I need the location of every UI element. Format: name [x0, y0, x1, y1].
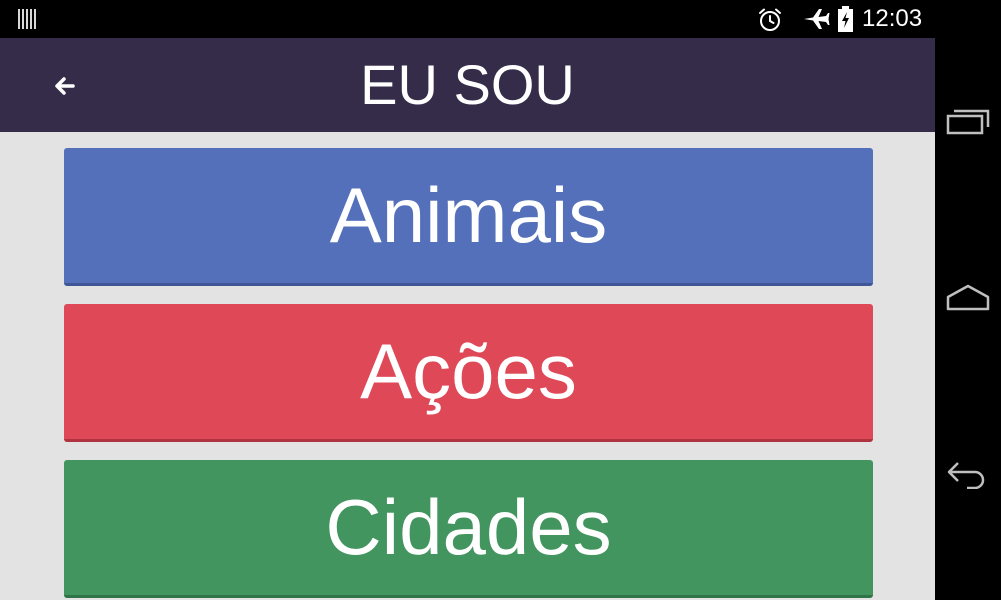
category-button-label: Animais — [329, 171, 608, 259]
back-icon — [947, 462, 985, 489]
page-title: EU SOU — [360, 53, 575, 116]
category-button-label: Ações — [360, 327, 577, 415]
back-button[interactable] — [44, 66, 84, 106]
system-back-button[interactable] — [935, 432, 1001, 512]
status-bar-clock: 12:03 — [862, 5, 923, 32]
battery-charging-icon — [838, 6, 853, 32]
device-screen: 12:03 EU SOU Animais Ações Cidades — [0, 0, 1001, 600]
category-button-animais[interactable]: Animais — [64, 148, 873, 286]
category-button-label: Cidades — [325, 483, 612, 571]
category-button-acoes[interactable]: Ações — [64, 304, 873, 442]
app-bar: EU SOU — [0, 38, 935, 132]
navigation-bar — [935, 0, 1001, 600]
arrow-left-icon — [55, 77, 75, 95]
recents-button[interactable] — [935, 82, 1001, 162]
home-button[interactable] — [935, 258, 1001, 338]
notification-bars-icon — [18, 9, 40, 29]
status-bar: 12:03 — [0, 0, 935, 38]
recents-icon — [946, 109, 990, 135]
category-list: Animais Ações Cidades — [0, 132, 935, 600]
home-icon — [946, 284, 990, 311]
category-button-cidades[interactable]: Cidades — [64, 460, 873, 598]
alarm-icon — [759, 8, 781, 31]
airplane-mode-icon — [804, 9, 830, 29]
